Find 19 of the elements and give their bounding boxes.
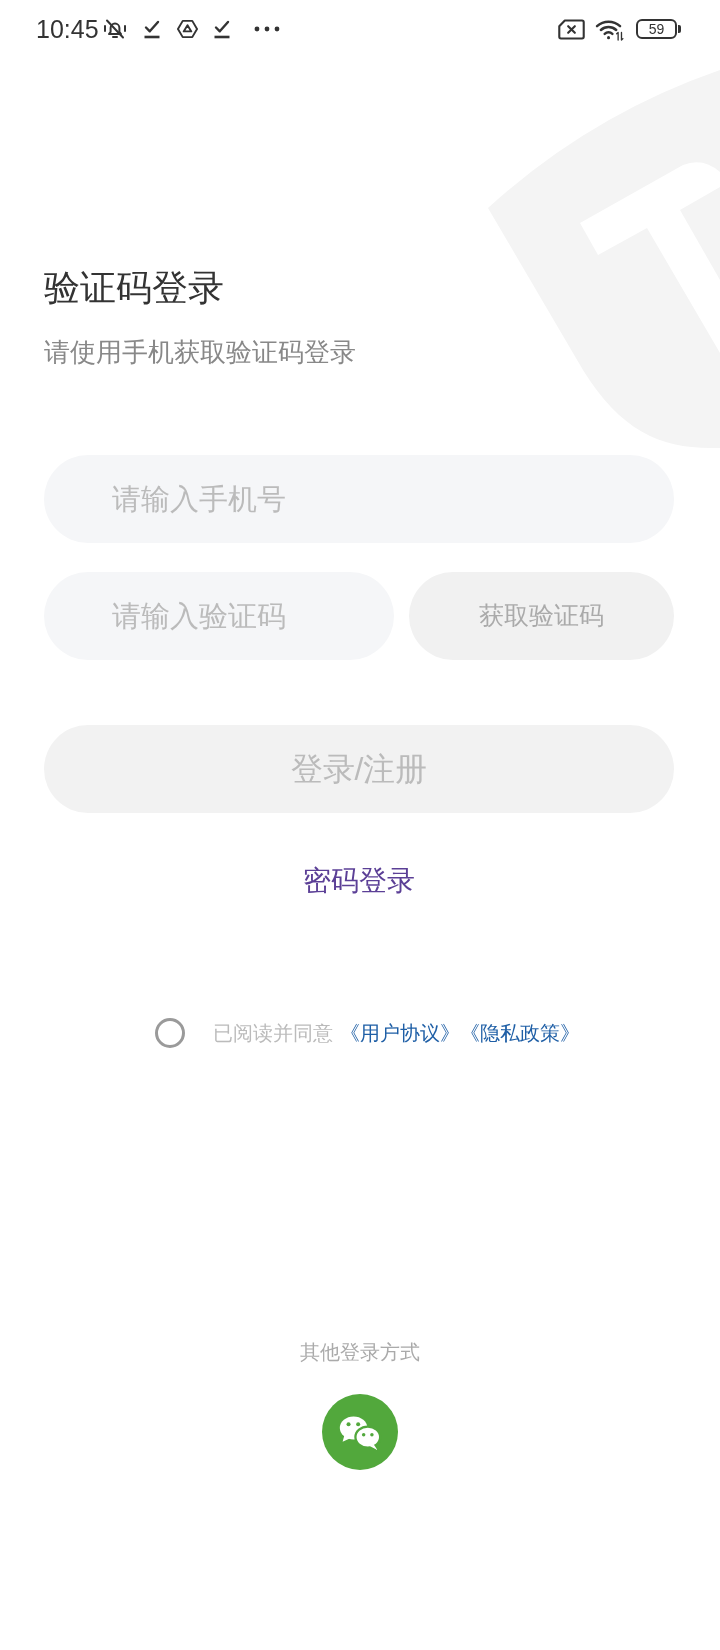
policy-link[interactable]: 《用户协议》 [340, 1023, 460, 1043]
chat-bubbles-icon [338, 1413, 382, 1451]
page-subtitle: 请使用手机获取验证码登录 [44, 339, 357, 365]
muted-bell-icon [102, 17, 127, 41]
other-login-label: 其他登录方式 [300, 1342, 420, 1362]
battery-indicator: 59 [636, 19, 681, 39]
password-login-link[interactable]: 密码登录 [303, 867, 415, 895]
code-input[interactable]: 请输入验证码 [44, 572, 394, 660]
page-title: 验证码登录 [44, 270, 225, 306]
agreement-text: 已阅读并同意 [213, 1023, 333, 1043]
tick-underline-icon [212, 19, 231, 39]
hexagon-triangle-icon [176, 19, 198, 39]
more-dots-icon [253, 26, 280, 32]
no-sim-icon [558, 18, 585, 40]
phone-input[interactable]: 请输入手机号 [44, 455, 674, 543]
tick-underline-icon [142, 19, 161, 39]
policy-link[interactable]: 《隐私政策》 [460, 1023, 580, 1043]
agreement-radio[interactable] [155, 1018, 185, 1048]
status-time: 10:45 [36, 16, 99, 42]
